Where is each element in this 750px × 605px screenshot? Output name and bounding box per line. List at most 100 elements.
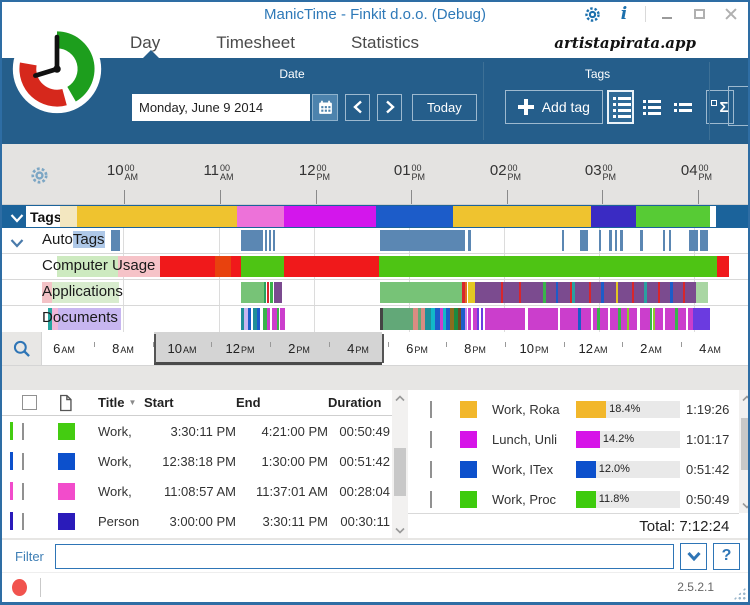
timeline-segment[interactable] <box>558 282 570 303</box>
zoom-time-label[interactable]: 8AM <box>112 341 134 356</box>
tags-collapse-chevron[interactable] <box>10 210 24 228</box>
title-bar[interactable]: ManicTime - Finkit d.o.o. (Debug) i <box>2 2 748 28</box>
table-row[interactable]: Work,3:30:11 PM4:21:00 PM00:50:49 <box>2 416 392 446</box>
zoom-time-label[interactable]: 10AM <box>168 341 197 356</box>
documents-row[interactable]: Documents <box>2 306 748 332</box>
timeline-segment[interactable] <box>241 230 263 251</box>
timeline-segment[interactable] <box>640 308 650 330</box>
tab-timesheet[interactable]: Timesheet <box>216 33 295 53</box>
filter-dropdown-button[interactable] <box>680 543 707 570</box>
timeline-segment[interactable] <box>591 282 601 303</box>
computer-usage-row[interactable]: Computer Usage <box>2 254 748 280</box>
today-button[interactable]: Today <box>412 94 477 121</box>
row-checkbox[interactable] <box>22 453 24 470</box>
zoom-selection-handle[interactable] <box>382 334 384 363</box>
timeline-segment[interactable] <box>673 282 683 303</box>
timeline-segment[interactable] <box>111 230 120 251</box>
timeline-segment[interactable] <box>380 282 462 303</box>
timeline-segment[interactable] <box>562 230 564 251</box>
timeline-segment[interactable] <box>647 282 659 303</box>
zoom-time-label[interactable]: 2AM <box>640 341 662 356</box>
tag-view-medium-button[interactable] <box>638 90 665 124</box>
table-row[interactable]: Work,11:08:57 AM11:37:01 AM00:28:04 <box>2 476 392 506</box>
table-scroll-track[interactable] <box>392 406 408 522</box>
timeline-segment[interactable] <box>629 308 637 330</box>
info-icon[interactable]: i <box>613 4 635 24</box>
zoom-time-label[interactable]: 4PM <box>347 341 369 356</box>
autotags-collapse-chevron[interactable] <box>10 235 24 253</box>
timeline-segment[interactable] <box>468 282 476 303</box>
timeline-segment[interactable] <box>546 282 556 303</box>
scroll-up-arrow[interactable] <box>392 390 408 406</box>
timeline-segment[interactable] <box>468 230 471 251</box>
day-zoom-bar[interactable]: 6AM8AM10AM12PM2PM4PM6PM8PM10PM12AM2AM4AM <box>2 332 748 366</box>
timeline-segment[interactable] <box>528 308 558 330</box>
timeline-segment[interactable] <box>580 230 588 251</box>
summary-checkbox[interactable] <box>430 491 432 508</box>
timeline-segment[interactable] <box>710 206 716 227</box>
scroll-up-arrow[interactable] <box>739 390 750 406</box>
timeline-segment[interactable] <box>599 230 601 251</box>
summary-checkbox[interactable] <box>430 431 432 448</box>
zoom-selection-handle[interactable] <box>154 334 156 363</box>
zoom-time-label[interactable]: 2PM <box>288 341 310 356</box>
timeline-segment[interactable] <box>685 282 696 303</box>
minimize-button[interactable] <box>656 4 678 24</box>
timeline-segment[interactable] <box>264 282 266 303</box>
timeline-segment[interactable] <box>376 206 453 227</box>
timeline-segment[interactable] <box>618 282 632 303</box>
recording-indicator[interactable] <box>12 579 27 596</box>
date-input[interactable] <box>132 94 310 121</box>
resize-grip-icon[interactable] <box>733 587 746 600</box>
applications-row[interactable]: Applications <box>2 280 748 306</box>
table-scroll-thumb[interactable] <box>394 448 406 496</box>
timeline-segment[interactable] <box>503 282 519 303</box>
column-header-duration[interactable]: Duration <box>328 395 390 410</box>
timeline-segment[interactable] <box>280 308 286 330</box>
row-checkbox[interactable] <box>22 423 24 440</box>
timeline-segment[interactable] <box>160 256 215 277</box>
timeline-segment[interactable] <box>615 230 617 251</box>
timeline-segment[interactable] <box>241 256 285 277</box>
timeline-segment[interactable] <box>453 206 591 227</box>
summary-scroll-track[interactable] <box>739 406 750 497</box>
filter-help-button[interactable]: ? <box>713 543 740 570</box>
timeline-segment[interactable] <box>284 256 378 277</box>
timeline-segment[interactable] <box>521 282 543 303</box>
timeline-segment[interactable] <box>669 230 671 251</box>
timeline-segment[interactable] <box>660 282 670 303</box>
zoom-time-label[interactable]: 12AM <box>579 341 608 356</box>
timeline-segment[interactable] <box>267 308 270 330</box>
next-day-button[interactable] <box>377 94 402 121</box>
timeline-segment[interactable] <box>636 206 711 227</box>
column-header-end[interactable]: End <box>236 395 328 410</box>
zoom-time-label[interactable]: 10PM <box>520 341 549 356</box>
timeline-segment[interactable] <box>575 282 589 303</box>
timeline-segment[interactable] <box>284 206 376 227</box>
summary-checkbox[interactable] <box>430 401 432 418</box>
table-row[interactable]: Person3:00:00 PM3:30:11 PM00:30:11 <box>2 506 392 536</box>
tag-view-detailed-button[interactable] <box>607 90 634 124</box>
autotags-row[interactable]: AutoTags <box>2 228 748 254</box>
timeline-segment[interactable] <box>477 308 479 330</box>
summary-row[interactable]: Lunch, Unli14.2%1:01:17 <box>408 424 739 454</box>
timeline-segment[interactable] <box>485 308 525 330</box>
timeline-segment[interactable] <box>600 308 608 330</box>
filter-input[interactable] <box>55 544 674 569</box>
maximize-button[interactable] <box>688 4 710 24</box>
timeline-segment[interactable] <box>655 308 663 330</box>
summary-scroll-thumb[interactable] <box>741 418 750 470</box>
scroll-down-arrow[interactable] <box>392 522 408 538</box>
zoom-time-label[interactable]: 6PM <box>406 341 428 356</box>
timeline-segment[interactable] <box>231 256 241 277</box>
timeline-segment[interactable] <box>248 308 251 330</box>
timeline-segment[interactable] <box>269 230 271 251</box>
timeline-segment[interactable] <box>663 230 665 251</box>
timeline-segment[interactable] <box>468 308 472 330</box>
timeline-segment[interactable] <box>380 230 465 251</box>
timeline-segment[interactable] <box>591 206 636 227</box>
timeline-segment[interactable] <box>696 282 708 303</box>
table-row[interactable]: Work,12:38:18 PM1:30:00 PM00:51:42 <box>2 446 392 476</box>
select-all-checkbox[interactable] <box>22 395 37 410</box>
add-tag-button[interactable]: Add tag <box>505 90 603 124</box>
